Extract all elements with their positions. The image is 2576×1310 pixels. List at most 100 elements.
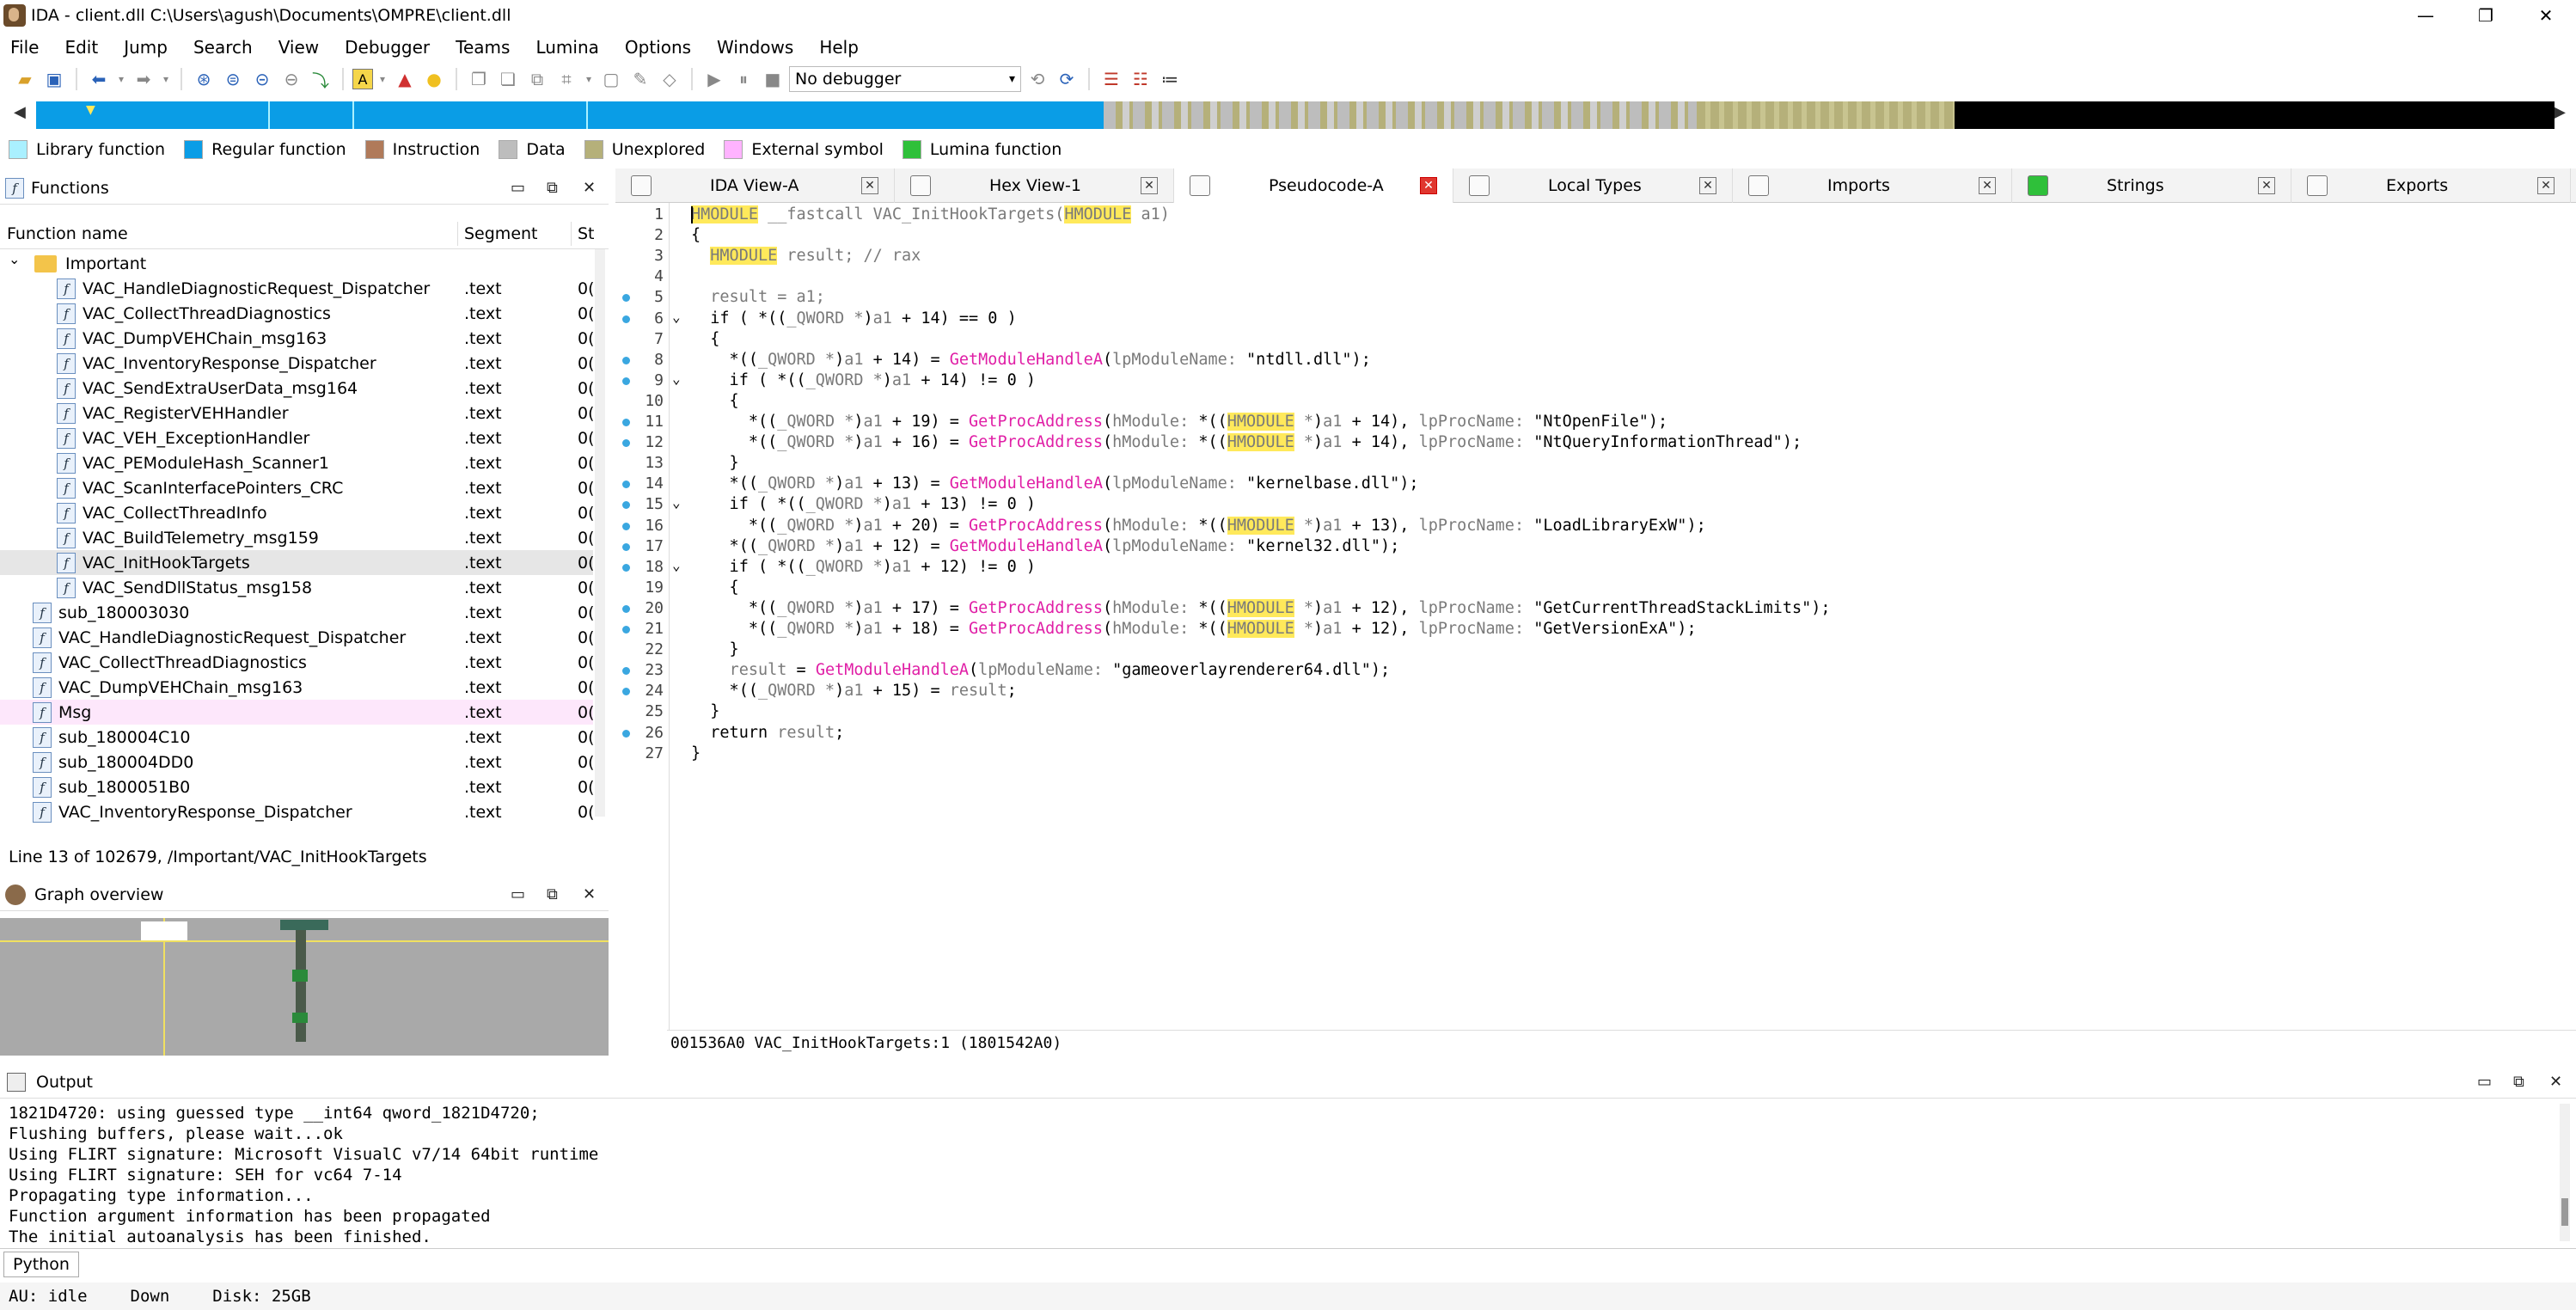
xref-icon[interactable]: ⧉ [524, 67, 550, 91]
tab-exports[interactable]: Exports ✕ [2291, 168, 2571, 203]
jump-icon[interactable]: ⤵ [308, 67, 333, 91]
tab-close-icon[interactable]: ✕ [1141, 177, 1158, 194]
function-row[interactable]: f VAC_RegisterVEHHandler .text 0( [0, 401, 595, 425]
panel-maximize-icon[interactable]: ▭ [511, 885, 525, 903]
tab-imports[interactable]: Imports ✕ [1733, 168, 2012, 203]
breakpoint-dot-icon[interactable] [622, 542, 630, 551]
function-row[interactable]: f VAC_VEH_ExceptionHandler .text 0( [0, 425, 595, 450]
forward-dropdown-icon[interactable]: ▾ [160, 67, 172, 91]
code-line[interactable]: *((_QWORD *)a1 + 16) = GetProcAddress(hM… [691, 432, 1802, 453]
function-row[interactable]: f VAC_CollectThreadInfo .text 0( [0, 500, 595, 525]
panel-float-icon[interactable]: ⧉ [547, 885, 558, 903]
text-search-dropdown-icon[interactable]: ▾ [376, 67, 389, 91]
code-line[interactable]: HMODULE result; // rax [691, 246, 921, 266]
function-row[interactable]: f VAC_DumpVEHChain_msg163 .text 0( [0, 326, 595, 351]
breakpoint-dot-icon[interactable] [622, 356, 630, 364]
output-scrollbar[interactable] [2560, 1104, 2570, 1241]
menu-help[interactable]: Help [819, 37, 859, 58]
code-line[interactable]: *((_QWORD *)a1 + 17) = GetProcAddress(hM… [691, 598, 1831, 619]
menu-jump[interactable]: Jump [124, 37, 168, 58]
code-line[interactable]: *((_QWORD *)a1 + 14) = GetModuleHandleA(… [691, 350, 1371, 370]
function-row[interactable]: f VAC_PEModuleHash_Scanner1 .text 0( [0, 450, 595, 475]
fold-arrow-icon[interactable]: ⌄ [672, 494, 681, 511]
code-line[interactable]: *((_QWORD *)a1 + 15) = result; [691, 681, 1017, 701]
graph-overview-canvas[interactable] [0, 918, 609, 1056]
code-line[interactable]: *((_QWORD *)a1 + 12) = GetModuleHandleA(… [691, 536, 1400, 557]
menu-file[interactable]: File [10, 37, 39, 58]
pause-icon[interactable]: ⏸ [731, 67, 756, 91]
column-function-name[interactable]: Function name [7, 224, 128, 243]
menu-options[interactable]: Options [625, 37, 691, 58]
tab-strings[interactable]: Strings ✕ [2012, 168, 2291, 203]
code-line[interactable]: if ( *((_QWORD *)a1 + 13) != 0 ) [691, 494, 1036, 515]
python-command-input[interactable] [84, 1252, 2571, 1277]
code-line[interactable]: { [691, 578, 739, 598]
text-search-icon[interactable]: A [352, 69, 373, 89]
list-icon[interactable]: ☰ [1098, 67, 1124, 91]
code-line[interactable]: HMODULE __fastcall VAC_InitHookTargets(H… [691, 205, 1170, 225]
run-icon[interactable]: ▶ [701, 67, 727, 91]
function-row[interactable]: f VAC_HandleDiagnosticRequest_Dispatcher.… [0, 276, 595, 301]
code-line[interactable]: if ( *((_QWORD *)a1 + 14) != 0 ) [691, 370, 1036, 391]
close-window-button[interactable]: ✕ [2516, 0, 2576, 31]
code-line[interactable]: { [691, 391, 739, 412]
flowchart-icon[interactable]: ⊝ [249, 67, 275, 91]
maximize-button[interactable]: ❐ [2456, 0, 2516, 31]
code-line[interactable]: if ( *((_QWORD *)a1 + 12) != 0 ) [691, 557, 1036, 578]
fold-arrow-icon[interactable]: ⌄ [672, 557, 681, 574]
code-line[interactable]: } [691, 640, 739, 660]
code-line[interactable]: { [691, 225, 701, 246]
tab-close-icon[interactable]: ✕ [2537, 177, 2555, 194]
function-calls-icon[interactable]: ⊖ [278, 67, 304, 91]
add-list-icon[interactable]: ☷ [1128, 67, 1153, 91]
code-line[interactable]: { [691, 329, 719, 350]
folder-row[interactable]: ⌄ Important [0, 251, 593, 276]
graph-view-icon[interactable]: ⊛ [191, 67, 217, 91]
copy-icon[interactable]: ❐ [466, 67, 492, 91]
code-line[interactable]: } [691, 453, 739, 474]
lumina-icon[interactable]: ● [421, 67, 447, 91]
python-language-button[interactable]: Python [3, 1251, 79, 1277]
breakpoint-dot-icon[interactable] [622, 563, 630, 572]
tab-close-icon[interactable]: ✕ [2258, 177, 2275, 194]
panel-float-icon[interactable]: ⧉ [2513, 1073, 2524, 1091]
remove-list-icon[interactable]: ≔ [1157, 67, 1183, 91]
code-line[interactable]: result = GetModuleHandleA(lpModuleName: … [691, 660, 1391, 681]
stop-icon[interactable]: ■ [760, 67, 786, 91]
output-scroll-thumb[interactable] [2561, 1198, 2568, 1226]
panel-maximize-icon[interactable]: ▭ [2477, 1073, 2492, 1091]
proximity-view-icon[interactable]: ⊜ [220, 67, 246, 91]
fold-arrow-icon[interactable]: ⌄ [672, 370, 681, 388]
breakpoint-icon[interactable]: ▲ [392, 67, 418, 91]
function-row[interactable]: f sub_1800051B0 .text 0( [0, 774, 595, 799]
function-row[interactable]: f VAC_CollectThreadDiagnostics .text 0( [0, 650, 595, 675]
debugger-select[interactable]: No debugger ▾ [789, 66, 1021, 92]
breakpoint-dot-icon[interactable] [622, 376, 630, 385]
back-dropdown-icon[interactable]: ▾ [115, 67, 127, 91]
code-line[interactable]: } [691, 744, 701, 764]
breakpoint-dot-icon[interactable] [622, 419, 630, 426]
panel-close-icon[interactable]: ✕ [583, 885, 596, 903]
menu-view[interactable]: View [278, 37, 319, 58]
code-line[interactable]: *((_QWORD *)a1 + 13) = GetModuleHandleA(… [691, 474, 1419, 494]
code-line[interactable]: result = a1; [691, 287, 825, 308]
pseudocode-sync-icon[interactable]: ⟳ [1054, 67, 1080, 91]
function-row[interactable]: f VAC_HandleDiagnosticRequest_Dispatcher.… [0, 625, 595, 650]
function-row[interactable]: f Msg .text 0( [0, 700, 595, 725]
menu-edit[interactable]: Edit [64, 37, 98, 58]
breakpoint-dot-icon[interactable] [622, 729, 630, 738]
code-line[interactable]: } [691, 701, 719, 722]
tab-close-icon[interactable]: ✕ [1420, 177, 1437, 194]
function-row[interactable]: f VAC_InventoryResponse_Dispatcher .text 0( [0, 351, 595, 376]
copy-all-icon[interactable]: ❏ [495, 67, 521, 91]
patch-icon[interactable]: ⌗ [554, 67, 579, 91]
function-row[interactable]: f VAC_BuildTelemetry_msg159 .text 0( [0, 525, 595, 550]
window-icon[interactable]: ▢ [598, 67, 624, 91]
breakpoint-dot-icon[interactable] [622, 626, 630, 634]
functions-scrollbar[interactable] [595, 249, 605, 817]
navigation-strip[interactable]: ▼ [36, 101, 2555, 129]
function-row[interactable]: f sub_180004DD0 .text 0( [0, 750, 595, 774]
tab-local-types[interactable]: Local Types ✕ [1453, 168, 1733, 203]
function-row[interactable]: f VAC_ScanInterfacePointers_CRC .text 0( [0, 475, 595, 500]
function-row[interactable]: f sub_180004C10 .text 0( [0, 725, 595, 750]
